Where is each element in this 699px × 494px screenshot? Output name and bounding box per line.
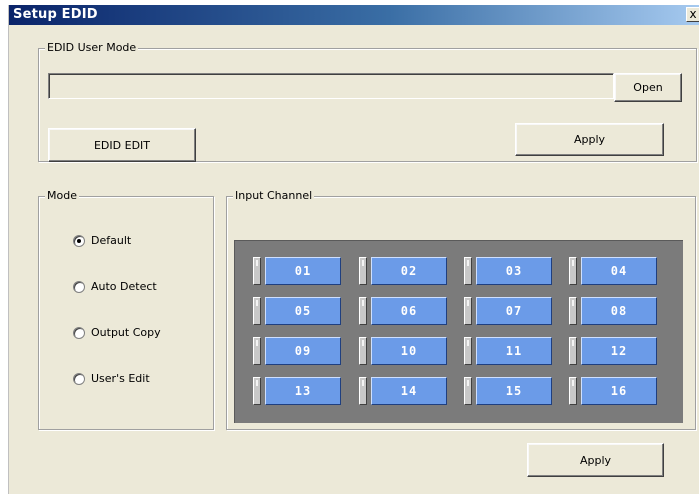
channel-button[interactable]: 14: [371, 377, 447, 405]
open-button[interactable]: Open: [614, 73, 682, 102]
channel-indicator: [253, 297, 261, 325]
mode-option-users-edit[interactable]: User's Edit: [73, 372, 150, 385]
channel-01[interactable]: 01: [253, 257, 343, 285]
edid-user-mode-label: EDID User Mode: [45, 41, 139, 54]
channel-indicator: [569, 297, 577, 325]
footer-apply-button[interactable]: Apply: [527, 443, 664, 477]
radio-users-edit[interactable]: [73, 372, 85, 385]
channel-button[interactable]: 15: [476, 377, 552, 405]
mode-option-output-copy[interactable]: Output Copy: [73, 326, 161, 339]
channel-indicator: [464, 297, 472, 325]
channel-11[interactable]: 11: [464, 337, 554, 365]
channel-06[interactable]: 06: [359, 297, 449, 325]
channel-button[interactable]: 08: [581, 297, 657, 325]
radio-label-default: Default: [91, 234, 132, 247]
channel-button[interactable]: 11: [476, 337, 552, 365]
channel-button[interactable]: 01: [265, 257, 341, 285]
channel-panel: 01 02 03 04 05 06 07 08 09 10 11 12 13 1…: [234, 240, 683, 423]
channel-indicator: [253, 257, 261, 285]
mode-option-default[interactable]: Default: [73, 234, 131, 247]
channel-button[interactable]: 13: [265, 377, 341, 405]
window-title: Setup EDID: [13, 7, 98, 22]
user-mode-apply-button[interactable]: Apply: [515, 123, 664, 156]
edid-edit-button[interactable]: EDID EDIT: [48, 128, 196, 162]
channel-13[interactable]: 13: [253, 377, 343, 405]
channel-indicator: [359, 377, 367, 405]
input-channel-group: Input Channel 01 02 03 04 05 06 07 08 09…: [226, 189, 696, 430]
channel-indicator: [464, 377, 472, 405]
channel-indicator: [464, 257, 472, 285]
channel-button[interactable]: 07: [476, 297, 552, 325]
input-channel-label: Input Channel: [233, 189, 315, 202]
channel-button[interactable]: 09: [265, 337, 341, 365]
channel-button[interactable]: 03: [476, 257, 552, 285]
channel-03[interactable]: 03: [464, 257, 554, 285]
channel-12[interactable]: 12: [569, 337, 659, 365]
channel-button[interactable]: 12: [581, 337, 657, 365]
channel-button[interactable]: 04: [581, 257, 657, 285]
radio-output-copy[interactable]: [73, 326, 85, 339]
setup-edid-window: Setup EDID x EDID User Mode Open EDID ED…: [8, 5, 699, 494]
channel-07[interactable]: 07: [464, 297, 554, 325]
channel-button[interactable]: 02: [371, 257, 447, 285]
channel-indicator: [359, 337, 367, 365]
title-bar[interactable]: Setup EDID x: [9, 5, 699, 25]
channel-05[interactable]: 05: [253, 297, 343, 325]
channel-15[interactable]: 15: [464, 377, 554, 405]
channel-09[interactable]: 09: [253, 337, 343, 365]
channel-02[interactable]: 02: [359, 257, 449, 285]
channel-04[interactable]: 04: [569, 257, 659, 285]
channel-indicator: [569, 337, 577, 365]
channel-08[interactable]: 08: [569, 297, 659, 325]
edid-user-mode-group: EDID User Mode Open EDID EDIT Apply: [38, 41, 697, 162]
mode-option-auto-detect[interactable]: Auto Detect: [73, 280, 157, 293]
channel-indicator: [359, 297, 367, 325]
channel-10[interactable]: 10: [359, 337, 449, 365]
radio-label-output-copy: Output Copy: [91, 326, 161, 339]
channel-button[interactable]: 06: [371, 297, 447, 325]
channel-indicator: [569, 377, 577, 405]
channel-indicator: [253, 337, 261, 365]
channel-indicator: [359, 257, 367, 285]
channel-indicator: [464, 337, 472, 365]
mode-label: Mode: [45, 189, 79, 202]
channel-button[interactable]: 10: [371, 337, 447, 365]
mode-group: Mode Default Auto Detect Output Copy Use…: [38, 189, 214, 430]
channel-button[interactable]: 05: [265, 297, 341, 325]
radio-label-auto-detect: Auto Detect: [91, 280, 157, 293]
channel-button[interactable]: 16: [581, 377, 657, 405]
channel-indicator: [253, 377, 261, 405]
radio-label-users-edit: User's Edit: [91, 372, 150, 385]
channel-indicator: [569, 257, 577, 285]
edid-file-path-field[interactable]: [48, 73, 614, 99]
channel-14[interactable]: 14: [359, 377, 449, 405]
radio-auto-detect[interactable]: [73, 280, 85, 293]
channel-16[interactable]: 16: [569, 377, 659, 405]
radio-default[interactable]: [73, 234, 85, 247]
close-button[interactable]: x: [686, 7, 699, 22]
